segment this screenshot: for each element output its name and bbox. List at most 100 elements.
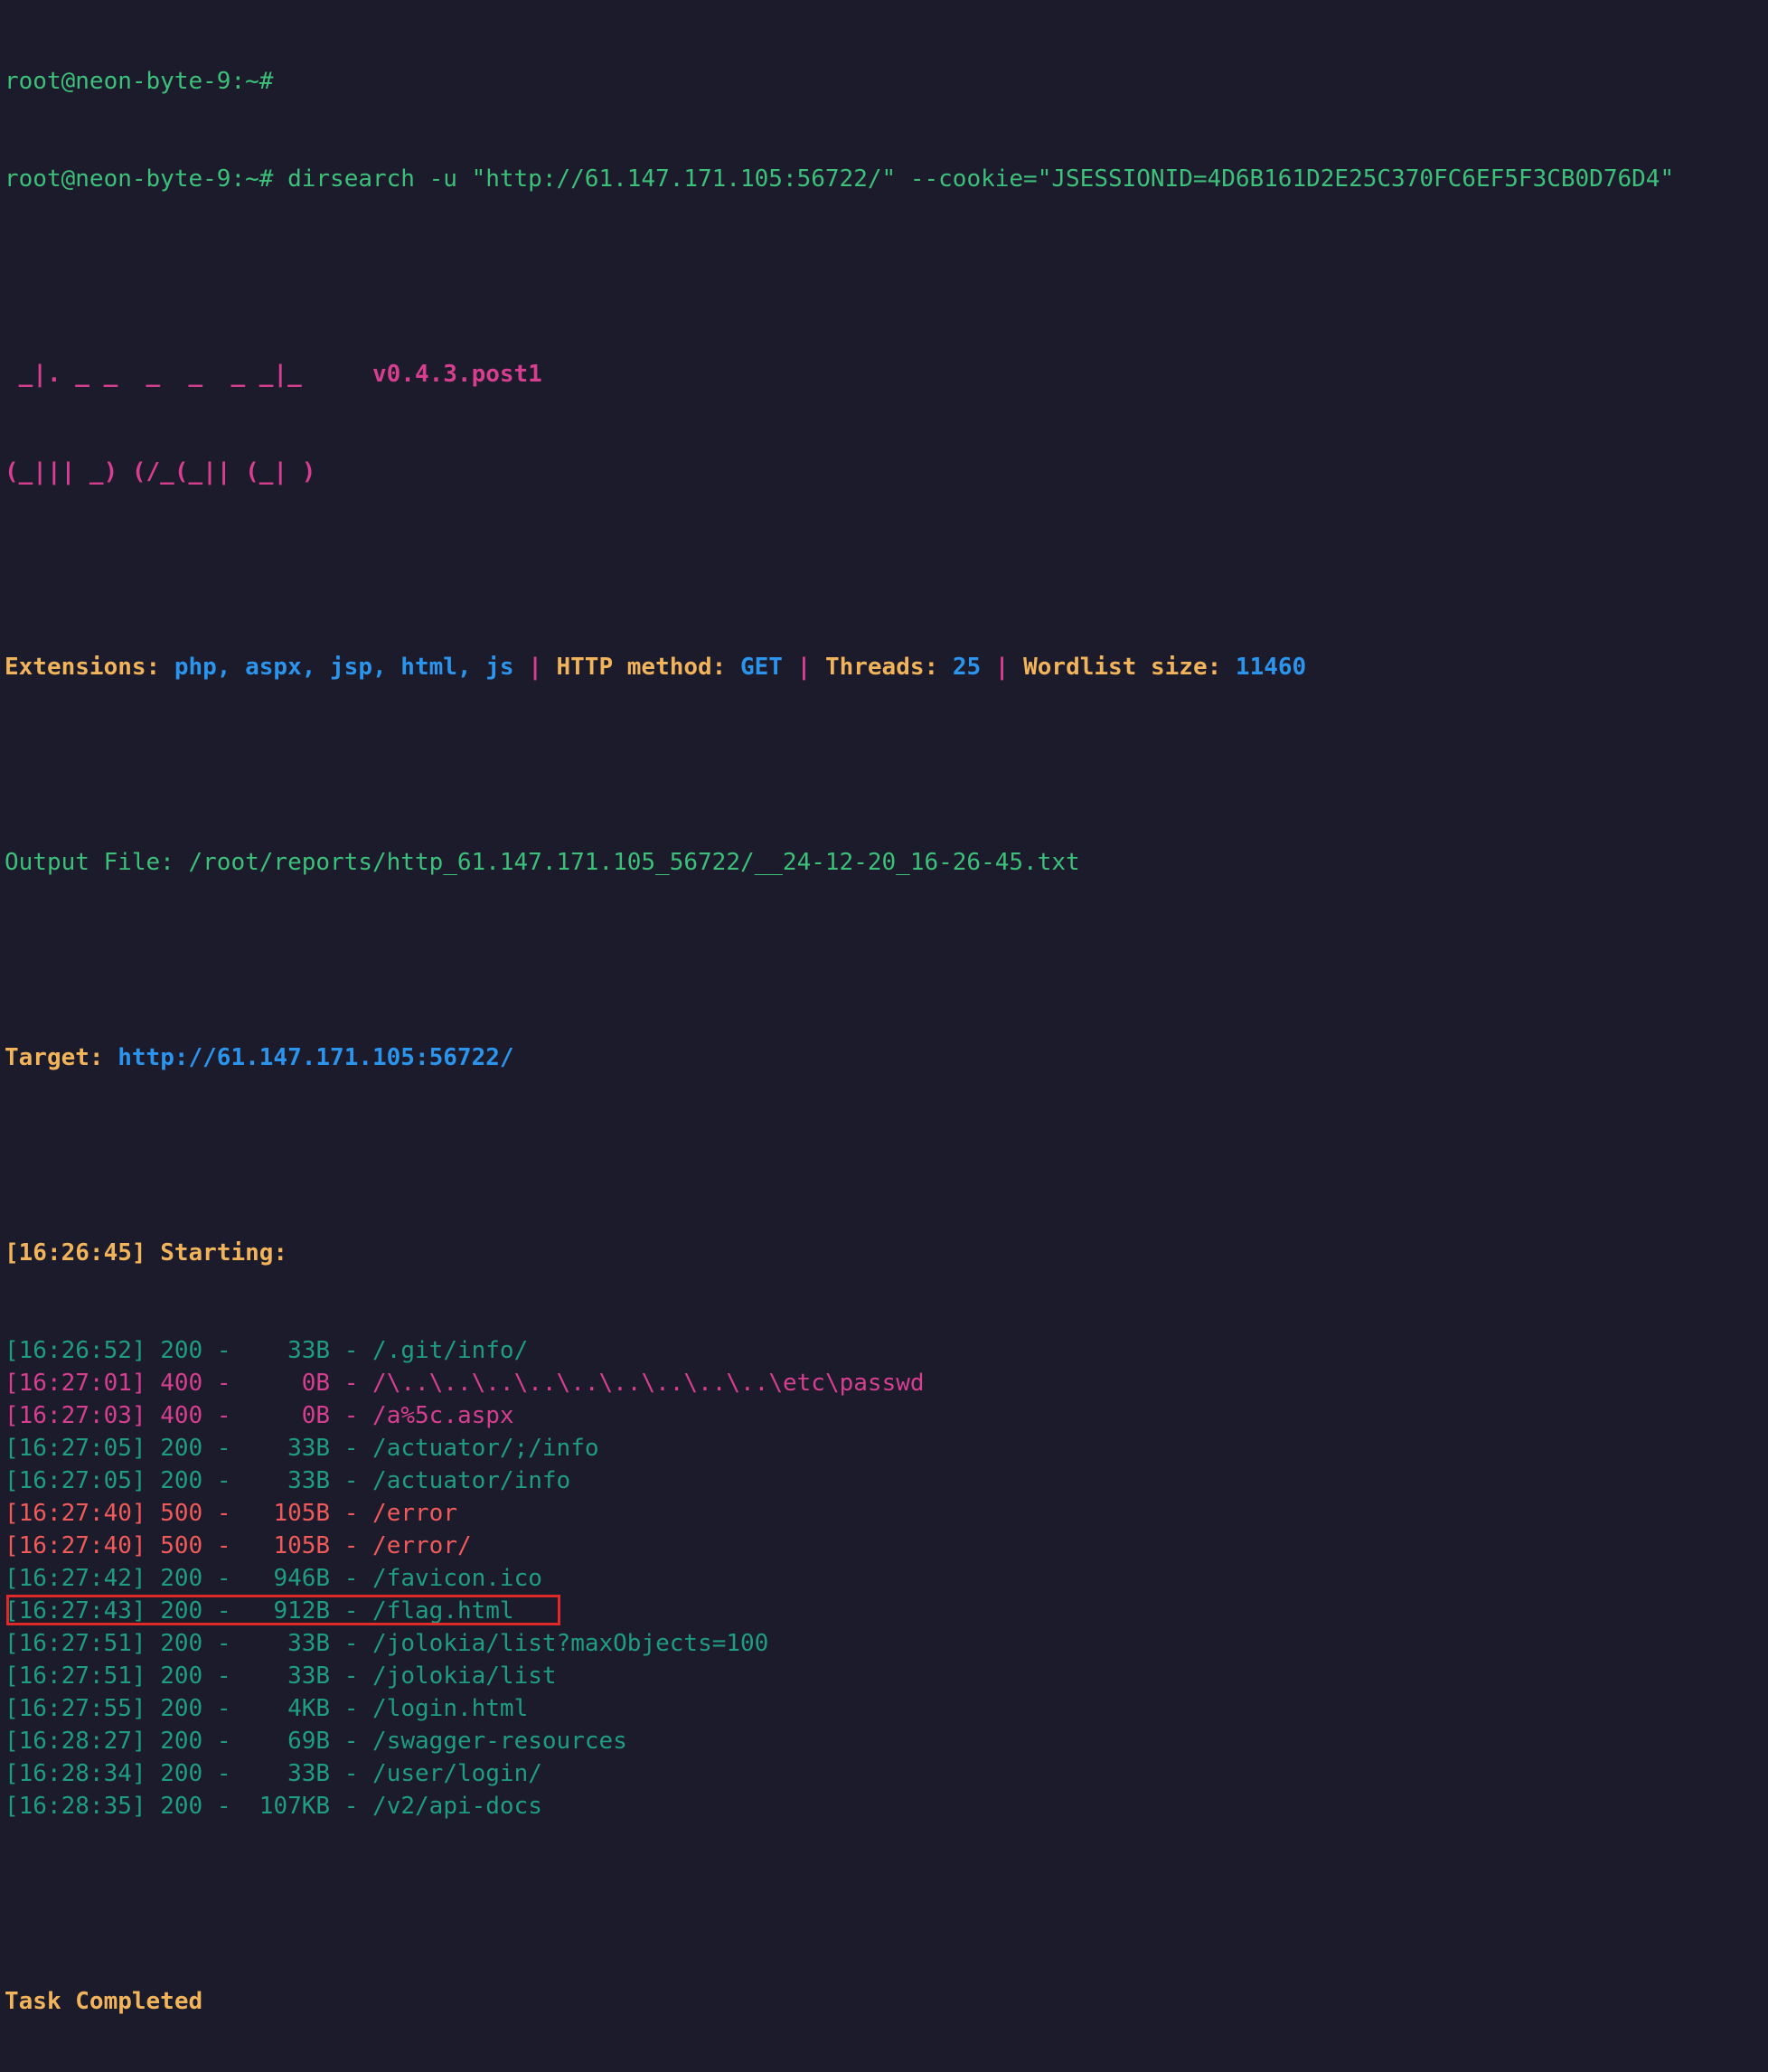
result-status: 200: [160, 1662, 203, 1690]
result-status: 200: [160, 1565, 203, 1592]
result-size: 946B: [259, 1565, 331, 1592]
result-path: /login.html: [372, 1695, 529, 1722]
result-time: [16:27:55]: [5, 1695, 146, 1722]
result-time: [16:27:05]: [5, 1435, 146, 1462]
result-row: [16:27:03] 400 - 0B - /a%5c.aspx: [5, 1402, 514, 1429]
result-path: /jolokia/list?maxObjects=100: [372, 1630, 769, 1657]
result-time: [16:26:52]: [5, 1337, 146, 1364]
target-label: Target:: [5, 1044, 104, 1071]
config-line: Extensions: php, aspx, jsp, html, js | H…: [5, 651, 1768, 683]
result-path: /user/login/: [372, 1760, 542, 1787]
result-row: [16:27:05] 200 - 33B - /actuator/info: [5, 1467, 571, 1494]
result-row: [16:27:43] 200 - 912B - /flag.html: [5, 1595, 1768, 1627]
result-path: /a%5c.aspx: [372, 1402, 514, 1429]
wordlist-label: Wordlist size:: [1023, 654, 1222, 681]
threads-label: Threads:: [824, 654, 939, 681]
result-status: 200: [160, 1597, 203, 1625]
result-size: 912B: [259, 1597, 331, 1625]
result-status: 500: [160, 1532, 203, 1559]
result-status: 200: [160, 1760, 203, 1787]
result-size: 33B: [259, 1467, 331, 1494]
starting-time: [16:26:45]: [5, 1239, 146, 1267]
result-path: /v2/api-docs: [372, 1793, 542, 1820]
result-path: /favicon.ico: [372, 1565, 542, 1592]
command-text: dirsearch -u "http://61.147.171.105:5672…: [287, 165, 1675, 193]
result-row: [16:27:51] 200 - 33B - /jolokia/list?max…: [5, 1630, 769, 1657]
result-size: 33B: [259, 1760, 331, 1787]
result-size: 105B: [259, 1500, 331, 1527]
result-time: [16:27:43]: [5, 1597, 146, 1625]
result-status: 200: [160, 1435, 203, 1462]
result-status: 400: [160, 1370, 203, 1397]
result-row: [16:27:55] 200 - 4KB - /login.html: [5, 1695, 529, 1722]
result-status: 400: [160, 1402, 203, 1429]
version-label: v0.4.3.post1: [372, 361, 542, 388]
method-value: GET: [740, 654, 783, 681]
result-status: 200: [160, 1630, 203, 1657]
result-time: [16:28:34]: [5, 1760, 146, 1787]
result-path: /.git/info/: [372, 1337, 529, 1364]
result-size: 0B: [259, 1402, 331, 1429]
target-line: Target: http://61.147.171.105:56722/: [5, 1041, 1768, 1074]
result-size: 33B: [259, 1337, 331, 1364]
result-status: 200: [160, 1728, 203, 1755]
result-path: /jolokia/list: [372, 1662, 557, 1690]
result-status: 500: [160, 1500, 203, 1527]
result-status: 200: [160, 1337, 203, 1364]
result-path: /actuator/;/info: [372, 1435, 599, 1462]
shell-prompt: root@neon-byte-9:~#: [5, 165, 274, 193]
separator: |: [994, 654, 1010, 681]
result-status: 200: [160, 1467, 203, 1494]
banner-art-bottom: (_||| _) (/_(_|| (_| ): [5, 458, 316, 485]
extensions-label: Extensions:: [5, 654, 161, 681]
banner-art-top: _|. _ _ _ _ _ _|_: [5, 361, 316, 388]
result-row: [16:27:40] 500 - 105B - /error/: [5, 1532, 472, 1559]
result-path: /\..\..\..\..\..\..\..\..\..\etc\passwd: [372, 1370, 925, 1397]
result-size: 69B: [259, 1728, 331, 1755]
prompt-line-1: root@neon-byte-9:~#: [5, 65, 1768, 98]
result-row: [16:27:01] 400 - 0B - /\..\..\..\..\..\.…: [5, 1370, 925, 1397]
result-size: 0B: [259, 1370, 331, 1397]
shell-prompt: root@neon-byte-9:~#: [5, 68, 274, 95]
result-row: [16:28:27] 200 - 69B - /swagger-resource…: [5, 1728, 627, 1755]
target-url: http://61.147.171.105:56722/: [118, 1044, 514, 1071]
result-size: 107KB: [259, 1793, 331, 1820]
threads-value: 25: [952, 654, 982, 681]
result-row: [16:27:05] 200 - 33B - /actuator/;/info: [5, 1435, 599, 1462]
result-row: [16:27:51] 200 - 33B - /jolokia/list: [5, 1662, 557, 1690]
result-time: [16:28:27]: [5, 1728, 146, 1755]
separator: |: [796, 654, 812, 681]
result-status: 200: [160, 1793, 203, 1820]
result-row: [16:27:42] 200 - 946B - /favicon.ico: [5, 1565, 542, 1592]
output-file-line: Output File: /root/reports/http_61.147.1…: [5, 849, 1080, 876]
banner-line-1: _|. _ _ _ _ _ _|_ v0.4.3.post1: [5, 358, 1768, 391]
task-completed: Task Completed: [5, 1988, 203, 2015]
starting-text: Starting:: [160, 1239, 288, 1267]
starting-line: [16:26:45] Starting:: [5, 1237, 1768, 1269]
result-time: [16:27:03]: [5, 1402, 146, 1429]
result-size: 105B: [259, 1532, 331, 1559]
terminal-window[interactable]: root@neon-byte-9:~# root@neon-byte-9:~# …: [0, 0, 1768, 2015]
command-line: root@neon-byte-9:~# dirsearch -u "http:/…: [5, 163, 1768, 195]
result-path: /flag.html: [372, 1597, 514, 1625]
result-time: [16:27:05]: [5, 1467, 146, 1494]
result-row: [16:28:34] 200 - 33B - /user/login/: [5, 1760, 542, 1787]
result-path: /swagger-resources: [372, 1728, 627, 1755]
result-size: 33B: [259, 1435, 331, 1462]
result-time: [16:27:42]: [5, 1565, 146, 1592]
result-time: [16:27:01]: [5, 1370, 146, 1397]
result-size: 33B: [259, 1630, 331, 1657]
result-row: [16:27:40] 500 - 105B - /error: [5, 1500, 457, 1527]
result-path: /error: [372, 1500, 457, 1527]
result-time: [16:27:40]: [5, 1500, 146, 1527]
result-time: [16:27:40]: [5, 1532, 146, 1559]
result-row: [16:26:52] 200 - 33B - /.git/info/: [5, 1337, 529, 1364]
wordlist-value: 11460: [1235, 654, 1307, 681]
banner-line-2: (_||| _) (/_(_|| (_| ): [5, 456, 1768, 488]
result-time: [16:27:51]: [5, 1662, 146, 1690]
result-row: [16:28:35] 200 - 107KB - /v2/api-docs: [5, 1793, 542, 1820]
result-path: /error/: [372, 1532, 472, 1559]
result-status: 200: [160, 1695, 203, 1722]
result-time: [16:28:35]: [5, 1793, 146, 1820]
results-list: [16:26:52] 200 - 33B - /.git/info/ [16:27…: [5, 1334, 1768, 1822]
